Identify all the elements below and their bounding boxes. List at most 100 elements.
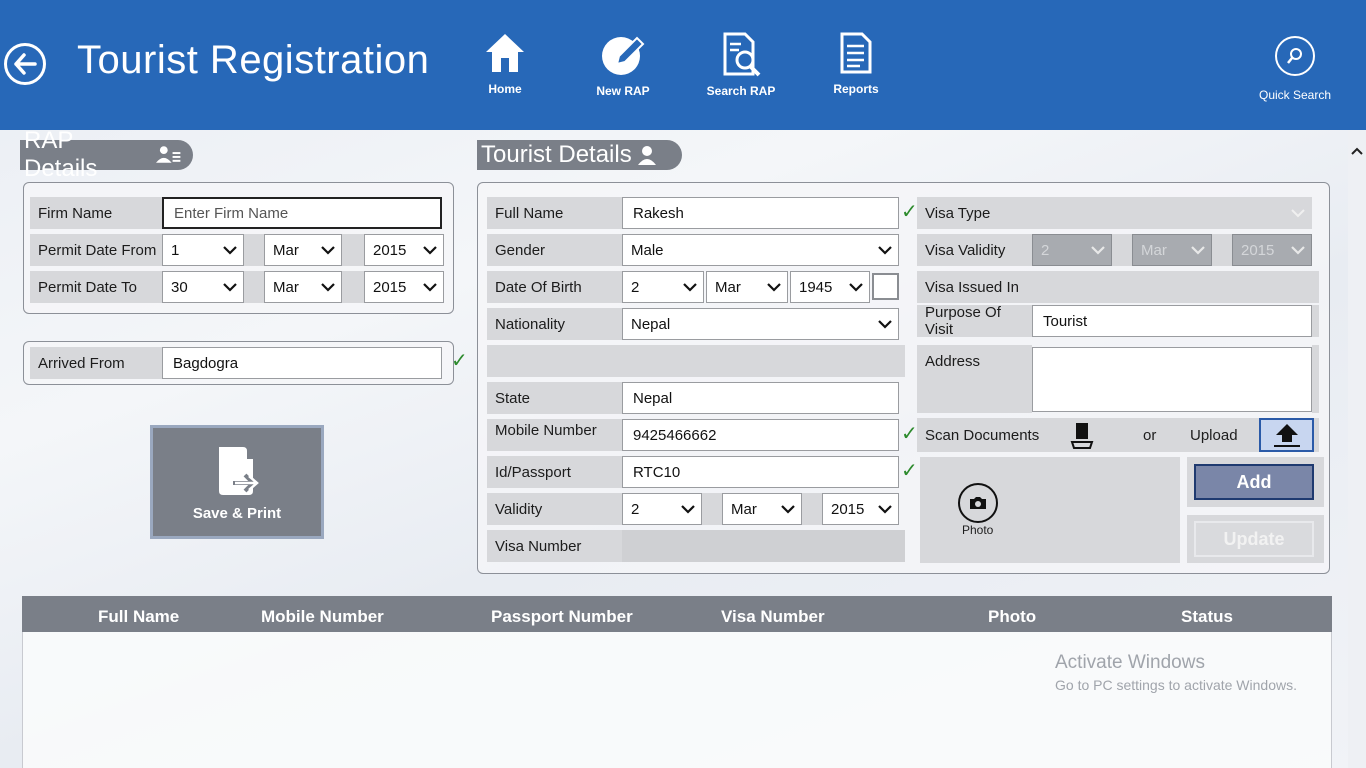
- column-header-photo[interactable]: Photo: [988, 607, 1036, 627]
- validity-month-value: Mar: [731, 500, 757, 518]
- chevron-down-icon: [223, 246, 237, 255]
- chevron-down-icon: [878, 320, 892, 329]
- nav-search-rap-button[interactable]: Search RAP: [691, 30, 791, 98]
- column-header-status[interactable]: Status: [1181, 607, 1233, 627]
- page-title: Tourist Registration: [77, 38, 430, 82]
- column-header-passport-number[interactable]: Passport Number: [491, 607, 633, 627]
- validity-label: Validity: [487, 493, 622, 525]
- validity-year-select[interactable]: 2015: [822, 493, 899, 525]
- full-name-input[interactable]: Rakesh: [622, 197, 899, 229]
- nationality-value: Nepal: [631, 315, 671, 333]
- visa-validity-month-select[interactable]: Mar: [1132, 234, 1212, 266]
- permit-from-day-select[interactable]: 1: [162, 234, 244, 266]
- validity-year-value: 2015: [831, 500, 865, 518]
- scroll-up-button[interactable]: [1349, 142, 1365, 158]
- scanner-button[interactable]: [1070, 420, 1094, 450]
- chevron-down-icon: [767, 283, 781, 292]
- chevron-down-icon: [1291, 246, 1305, 255]
- dob-day-select[interactable]: 2: [622, 271, 704, 303]
- update-button[interactable]: Update: [1194, 521, 1314, 557]
- chevron-up-icon: [1351, 147, 1363, 155]
- save-print-button[interactable]: Save & Print: [150, 425, 324, 539]
- address-textarea[interactable]: [1032, 347, 1312, 412]
- valid-check-icon: ✓: [901, 201, 918, 223]
- validity-month-select[interactable]: Mar: [722, 493, 802, 525]
- add-button[interactable]: Add: [1194, 464, 1314, 500]
- nav-home-button[interactable]: Home: [455, 30, 555, 96]
- nav-reports-button[interactable]: Reports: [806, 30, 906, 96]
- search-icon: [1287, 48, 1302, 64]
- permit-to-year-select[interactable]: 2015: [364, 271, 444, 303]
- nav-new-rap-button[interactable]: New RAP: [573, 30, 673, 98]
- chevron-down-icon: [878, 505, 892, 514]
- back-arrow-icon: [14, 53, 37, 75]
- permit-from-year-select[interactable]: 2015: [364, 234, 444, 266]
- save-print-label: Save & Print: [192, 504, 282, 522]
- state-input[interactable]: Nepal: [622, 382, 899, 414]
- nav-home-label: Home: [488, 82, 522, 96]
- dob-label: Date Of Birth: [487, 271, 622, 303]
- visa-validity-month-value: Mar: [1141, 241, 1167, 259]
- column-header-mobile-number[interactable]: Mobile Number: [261, 607, 384, 627]
- quick-search-button[interactable]: Quick Search: [1255, 36, 1335, 102]
- spacer: [702, 493, 722, 525]
- chevron-down-icon: [423, 283, 437, 292]
- permit-to-day-select[interactable]: 30: [162, 271, 244, 303]
- nav-search-rap-label: Search RAP: [706, 84, 776, 98]
- spacer: [1112, 234, 1132, 266]
- visa-validity-year-select[interactable]: 2015: [1232, 234, 1312, 266]
- spacer: [802, 493, 822, 525]
- state-label: State: [487, 382, 622, 414]
- id-passport-input[interactable]: RTC10: [622, 456, 899, 488]
- upload-button[interactable]: [1259, 418, 1314, 452]
- chevron-down-icon: [321, 283, 335, 292]
- visa-number-label: Visa Number: [487, 530, 622, 562]
- spacer: [1312, 345, 1319, 413]
- column-header-visa-number[interactable]: Visa Number: [721, 607, 825, 627]
- spacer: [244, 271, 264, 303]
- upload-icon: [1273, 424, 1300, 447]
- column-header-full-name[interactable]: Full Name: [98, 607, 179, 627]
- chevron-down-icon: [878, 246, 892, 255]
- arrived-from-input[interactable]: Bagdogra: [162, 347, 442, 379]
- permit-to-month-value: Mar: [273, 278, 299, 296]
- valid-check-icon: ✓: [451, 350, 468, 372]
- valid-check-icon: ✓: [901, 460, 918, 482]
- dob-month-select[interactable]: Mar: [706, 271, 788, 303]
- or-label: or: [1143, 427, 1157, 444]
- vertical-scrollbar[interactable]: [1348, 130, 1366, 768]
- purpose-label: Purpose Of Visit: [917, 304, 1032, 338]
- permit-from-year-value: 2015: [373, 241, 407, 259]
- permit-from-month-select[interactable]: Mar: [264, 234, 342, 266]
- dob-year-select[interactable]: 1945: [790, 271, 870, 303]
- dob-day-value: 2: [631, 278, 640, 296]
- spacer: [1212, 234, 1232, 266]
- gender-select[interactable]: Male: [622, 234, 899, 266]
- visa-validity-day-select[interactable]: 2: [1032, 234, 1112, 266]
- empty-row: [487, 345, 905, 377]
- validity-day-select[interactable]: 2: [622, 493, 702, 525]
- quick-search-label: Quick Search: [1258, 88, 1332, 102]
- spacer: [1312, 305, 1319, 337]
- visa-type-select[interactable]: [1032, 197, 1312, 229]
- permit-from-label: Permit Date From: [30, 234, 162, 266]
- firm-name-label: Firm Name: [30, 197, 162, 229]
- visa-number-input[interactable]: [622, 530, 905, 562]
- nationality-select[interactable]: Nepal: [622, 308, 899, 340]
- purpose-input[interactable]: Tourist: [1032, 305, 1312, 337]
- save-export-icon: [219, 446, 259, 495]
- back-button[interactable]: [4, 43, 46, 85]
- permit-to-month-select[interactable]: Mar: [264, 271, 342, 303]
- new-rap-icon: [602, 36, 645, 75]
- mobile-label: Mobile Number: [487, 419, 622, 451]
- chevron-down-icon: [321, 246, 335, 255]
- firm-name-input[interactable]: Enter Firm Name: [162, 197, 442, 229]
- photo-button[interactable]: [958, 483, 998, 523]
- chevron-down-icon: [1091, 246, 1105, 255]
- visa-issued-input[interactable]: [1032, 271, 1319, 303]
- dob-checkbox[interactable]: [872, 273, 899, 300]
- mobile-input[interactable]: 9425466662: [622, 419, 899, 451]
- nav-reports-label: Reports: [833, 82, 879, 96]
- reports-icon: [840, 32, 872, 74]
- user-list-icon: [155, 146, 181, 163]
